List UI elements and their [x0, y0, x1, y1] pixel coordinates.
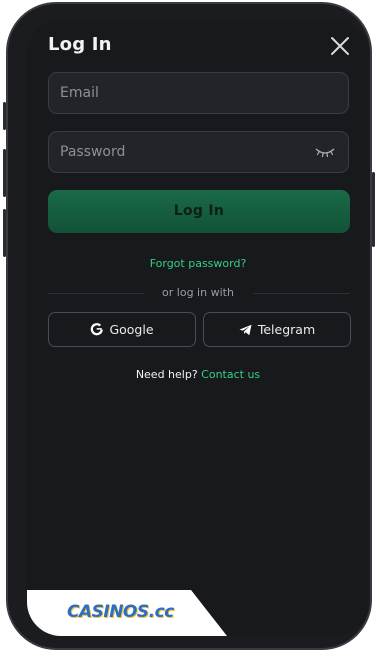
help-line: Need help? Contact us [27, 368, 369, 381]
phone-button-silent [3, 102, 6, 130]
phone-button-volume-down [3, 209, 6, 257]
google-icon [91, 323, 104, 336]
close-icon[interactable] [329, 35, 351, 57]
telegram-label: Telegram [257, 322, 316, 337]
google-login-button[interactable]: Google [48, 312, 196, 347]
telegram-icon [239, 324, 252, 335]
or-login-with-text: or log in with [162, 286, 234, 299]
login-modal: Log In Email Password Log In Forgot pass… [27, 20, 369, 636]
password-field[interactable]: Password [48, 131, 349, 173]
forgot-password-link[interactable]: Forgot password? [27, 257, 369, 270]
modal-title: Log In [48, 34, 112, 55]
contact-us-link[interactable]: Contact us [201, 368, 260, 381]
watermark-banner: CASINOS.cc [27, 590, 227, 636]
eye-closed-icon[interactable] [314, 144, 336, 160]
phone-frame: Log In Email Password Log In Forgot pass… [3, 2, 375, 650]
phone-button-volume-up [3, 149, 6, 197]
google-label: Google [109, 322, 154, 337]
login-button[interactable]: Log In [48, 190, 350, 233]
email-placeholder: Email [60, 85, 99, 101]
need-help-text: Need help? [135, 368, 198, 381]
telegram-login-button[interactable]: Telegram [203, 312, 351, 347]
phone-button-power [372, 172, 375, 247]
casinos-logo: CASINOS.cc [67, 602, 174, 622]
password-placeholder: Password [60, 144, 126, 160]
email-field[interactable]: Email [48, 72, 349, 114]
